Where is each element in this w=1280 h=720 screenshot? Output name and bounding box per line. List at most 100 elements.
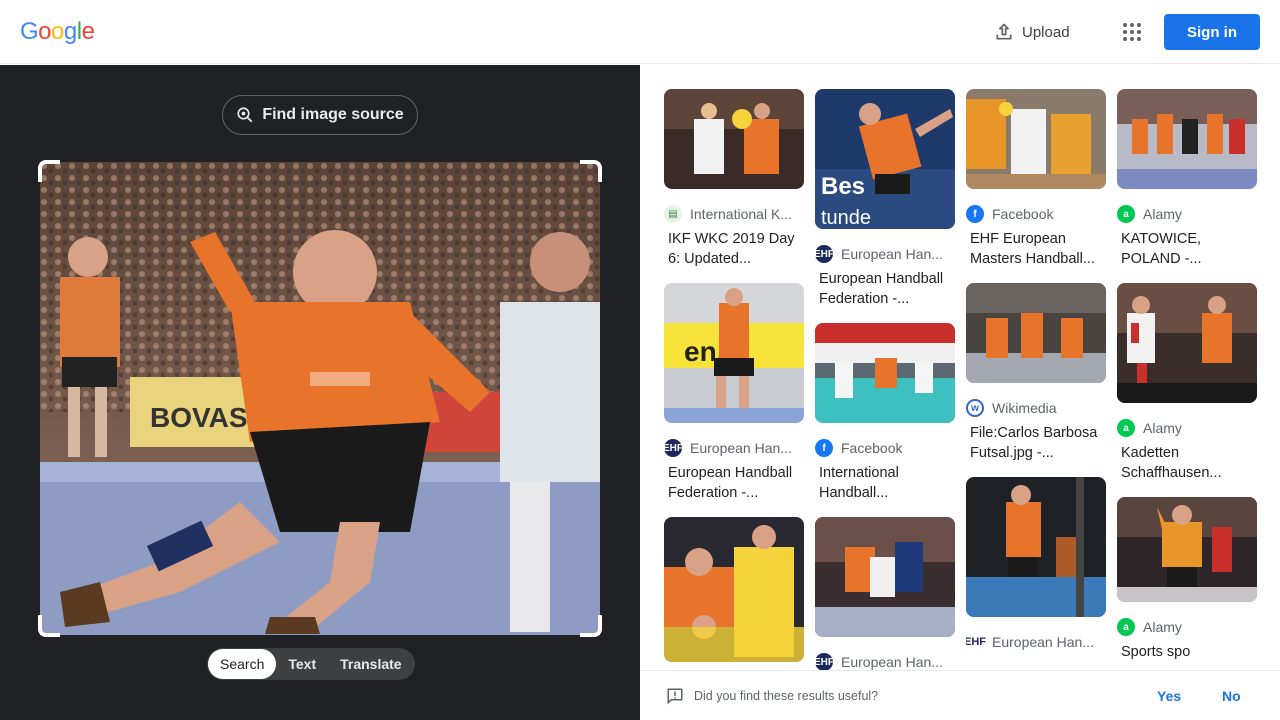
result-thumbnail [815,323,955,423]
facebook-favicon-icon: f [815,439,833,457]
result-card[interactable]: a Alamy Sports spo [1117,497,1257,662]
result-title: European Handball Federation -... [668,465,793,501]
visual-matches-panel: ▤ International K... IKF WKC 2019 Day 6:… [640,65,1280,720]
alamy-favicon-icon: a [1117,205,1135,223]
result-source: EHF European Han... [815,243,955,265]
result-title: Sports spo [1121,644,1191,660]
result-title: International Handball... [819,465,899,501]
result-thumbnail [966,89,1106,189]
ikf-favicon-icon: ▤ [664,205,682,223]
results-column: f Facebook EHF European Masters Handball… [966,89,1106,667]
logo-letter: o [51,18,64,45]
result-source-name: International K... [690,206,792,222]
result-card[interactable]: f Facebook EHF European Masters Handball… [966,89,1106,269]
result-source-name: European Han... [690,440,792,456]
ehf-favicon-icon: EHF [815,653,834,671]
result-source: a Alamy [1117,417,1257,439]
feedback-question: Did you find these results useful? [694,689,879,703]
svg-text:tunde: tunde [821,207,871,229]
result-title: IKF WKC 2019 Day 6: Updated... [668,231,795,267]
lens-mode-tabs: Search Text Translate [207,648,415,680]
logo-letter: G [20,18,39,45]
result-source-name: Alamy [1143,420,1182,436]
results-column: ▤ International K... IKF WKC 2019 Day 6:… [664,89,804,676]
query-image-panel: Find image source BOVAS Search Text Tran… [0,65,640,720]
results-column: a Alamy KATOWICE, POLAND -... a Alamy Ka… [1117,89,1257,676]
feedback-bar: Did you find these results useful? Yes N… [640,670,1280,720]
query-image: BOVAS [40,162,600,635]
result-card[interactable]: f Facebook International Handball... [815,323,955,503]
result-thumbnail [966,283,1106,383]
lens-search-icon [237,107,253,123]
result-title: European Handball Federation -... [819,271,944,307]
tab-text[interactable]: Text [276,649,328,679]
alamy-favicon-icon: a [1117,419,1135,437]
logo-letter: o [38,18,52,45]
find-image-source-button[interactable]: Find image source [222,95,418,135]
result-title: Kadetten Schaffhausen... [1121,445,1222,481]
result-thumbnail [1117,283,1257,403]
crop-handle-bottom-right[interactable] [580,615,602,637]
upload-label: Upload [1022,23,1070,41]
results-column: Bes tunde EHF European Han... European H… [815,89,955,687]
result-thumbnail [1117,89,1257,189]
result-card[interactable]: en.c EHF European Han... European Handba… [664,283,804,503]
ehf-favicon-icon: EHF [966,633,986,651]
result-source: w Wikimedia [966,397,1106,419]
ehf-favicon-icon: EHF [664,439,683,457]
result-source: a Alamy [1117,203,1257,225]
result-thumbnail [664,517,804,662]
crop-handle-bottom-left[interactable] [38,615,60,637]
result-title: KATOWICE, POLAND -... [1121,231,1202,267]
logo-letter: g [63,18,77,45]
result-source: a Alamy [1117,616,1257,638]
result-source: ▤ International K... [664,203,804,225]
feedback-icon [667,688,683,705]
result-source-name: European Han... [992,634,1094,650]
logo-letter: e [81,18,95,45]
result-card[interactable]: EHF European Han... [966,477,1106,653]
result-card[interactable]: a Alamy Kadetten Schaffhausen... [1117,283,1257,483]
result-card[interactable]: Bes tunde EHF European Han... European H… [815,89,955,309]
result-card[interactable] [664,517,804,662]
crop-handle-top-left[interactable] [38,160,60,182]
result-thumbnail [664,89,804,189]
result-source: f Facebook [966,203,1106,225]
result-source: EHF European Han... [966,631,1106,653]
svg-text:BOVAS: BOVAS [150,402,248,433]
tab-search[interactable]: Search [208,649,277,679]
result-source-name: Facebook [992,206,1054,222]
google-logo[interactable]: Google [20,18,95,46]
result-source-name: Facebook [841,440,903,456]
result-card[interactable]: ▤ International K... IKF WKC 2019 Day 6:… [664,89,804,269]
result-thumbnail [815,517,955,637]
feedback-yes-button[interactable]: Yes [1157,688,1181,704]
result-source-name: European Han... [841,654,943,670]
result-card[interactable]: w Wikimedia File:Carlos Barbosa Futsal.j… [966,283,1106,463]
result-source-name: Alamy [1143,619,1182,635]
sign-in-button[interactable]: Sign in [1164,14,1260,50]
ehf-favicon-icon: EHF [815,245,834,263]
crop-handle-top-right[interactable] [580,160,602,182]
result-card[interactable]: EHF European Han... [815,517,955,673]
result-thumbnail: Bes tunde [815,89,955,229]
wikimedia-favicon-icon: w [966,399,984,417]
result-card[interactable]: a Alamy KATOWICE, POLAND -... [1117,89,1257,269]
upload-button[interactable]: Upload [984,16,1080,48]
result-thumbnail [966,477,1106,617]
result-source-name: Wikimedia [992,400,1057,416]
result-thumbnail [1117,497,1257,602]
alamy-favicon-icon: a [1117,618,1135,636]
feedback-no-button[interactable]: No [1222,688,1241,704]
svg-text:Bes: Bes [821,173,865,200]
find-image-source-label: Find image source [262,106,404,123]
top-bar: Google Upload Sign in [0,0,1280,64]
result-source: EHF European Han... [664,437,804,459]
tab-translate[interactable]: Translate [328,649,413,679]
apps-button[interactable] [1116,16,1148,48]
result-title: EHF European Masters Handball... [970,231,1095,267]
apps-grid-icon [1123,23,1141,41]
result-source-name: European Han... [841,246,943,262]
result-source-name: Alamy [1143,206,1182,222]
result-source: f Facebook [815,437,955,459]
